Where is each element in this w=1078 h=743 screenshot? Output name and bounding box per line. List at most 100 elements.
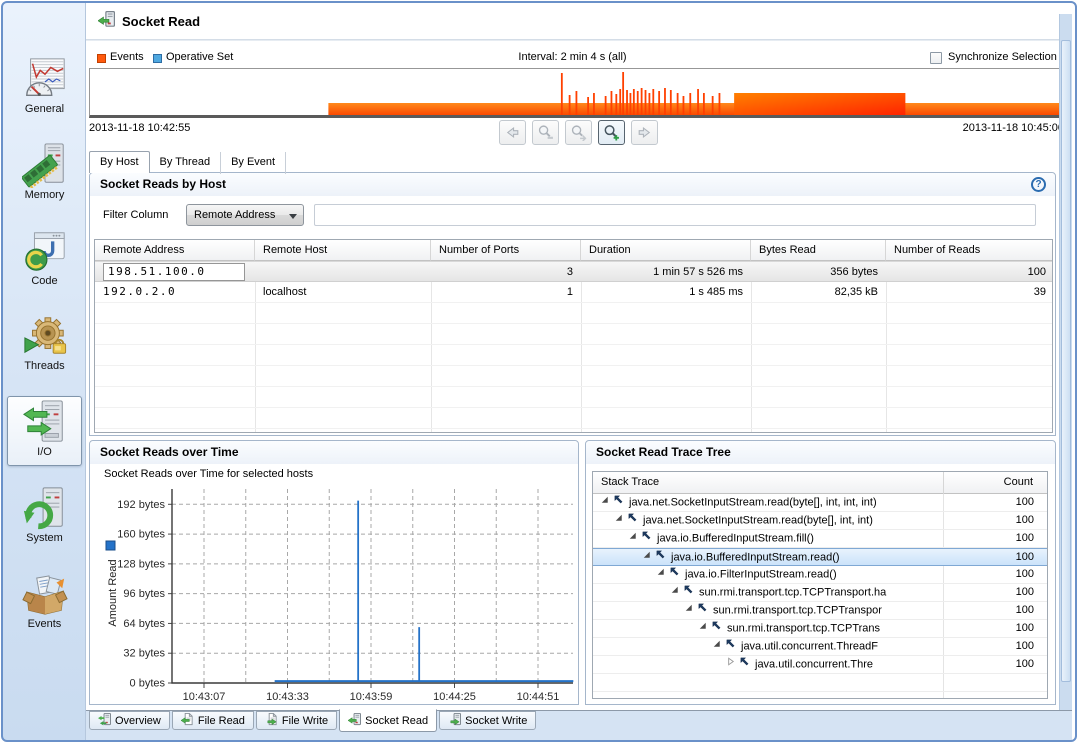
tab-by-host[interactable]: By Host	[89, 151, 150, 173]
table-row[interactable]: 198.51.100.031 min 57 s 526 ms356 bytes1…	[95, 261, 1052, 282]
chart-subtitle: Socket Reads over Time for selected host…	[104, 468, 313, 480]
trace-row[interactable]: java.io.FilterInputStream.read()100	[593, 566, 1047, 584]
sidebar-item-system[interactable]: System	[7, 482, 82, 552]
frame-text: java.io.BufferedInputStream.read()	[671, 551, 840, 563]
table-body: 198.51.100.031 min 57 s 526 ms356 bytes1…	[95, 261, 1052, 432]
stack-frame-icon	[711, 620, 724, 637]
count-cell: 100	[943, 638, 1046, 655]
trace-tree-body: java.net.SocketInputStream.read(byte[], …	[593, 494, 1047, 698]
zoom-out-icon	[537, 132, 554, 144]
table-row[interactable]: 192.0.2.0localhost11 s 485 ms82,35 kB39	[95, 282, 1052, 303]
svg-text:Amount Read: Amount Read	[107, 559, 119, 626]
trace-row[interactable]: java.io.BufferedInputStream.read()100	[593, 548, 1047, 566]
sidebar-item-memory[interactable]: Memory	[7, 139, 82, 209]
zoom-out-button[interactable]	[532, 120, 559, 145]
count-cell: 100	[943, 512, 1046, 529]
stack-frame-icon	[613, 494, 626, 511]
cell-remote-address: 192.0.2.0	[95, 282, 255, 302]
collapse-toggle-icon[interactable]	[599, 494, 611, 511]
stack-frame-label: sun.rmi.transport.tcp.TCPTransport.ha	[593, 584, 943, 601]
trace-row[interactable]: sun.rmi.transport.tcp.TCPTranspor 100	[593, 602, 1047, 620]
svg-text:10:43:07: 10:43:07	[183, 691, 226, 703]
collapse-toggle-icon[interactable]	[683, 602, 695, 619]
column-header-duration[interactable]: Duration	[581, 240, 751, 261]
cell-remote-host	[255, 262, 431, 282]
frame-text: java.util.concurrent.Thre	[755, 658, 873, 670]
page-tab-overview[interactable]: Overview	[89, 711, 170, 730]
frame-text: sun.rmi.transport.tcp.TCPTrans	[727, 622, 880, 634]
cell-duration: 1 min 57 s 526 ms	[581, 262, 751, 282]
trace-row[interactable]: java.net.SocketInputStream.read(byte[], …	[593, 494, 1047, 512]
stack-frame-icon	[655, 549, 668, 566]
svg-text:0 bytes: 0 bytes	[130, 678, 166, 690]
stack-trace-column-header[interactable]: Stack Trace	[601, 472, 659, 493]
trace-row[interactable]: java.util.concurrent.ThreadF100	[593, 638, 1047, 656]
collapse-toggle-icon[interactable]	[627, 530, 639, 547]
frame-text: sun.rmi.transport.tcp.TCPTranspor	[713, 604, 882, 616]
collapse-toggle-icon[interactable]	[655, 566, 667, 583]
column-header-number-of-ports[interactable]: Number of Ports	[431, 240, 581, 261]
amount-read-chart[interactable]: 0 bytes32 bytes64 bytes96 bytes128 bytes…	[90, 481, 578, 704]
page-tab-file-read[interactable]: File Read	[172, 711, 254, 730]
synchronize-selection-checkbox[interactable]	[930, 52, 942, 64]
sidebar-item-i-o[interactable]: I/O	[7, 396, 82, 466]
trace-row[interactable]: java.util.concurrent.Thre100	[593, 656, 1047, 674]
timeline-end-time: 2013-11-18 10:45:00	[879, 122, 1064, 134]
header-divider	[86, 39, 1059, 41]
page-tab-socket-read[interactable]: Socket Read	[339, 709, 437, 732]
tab-by-event[interactable]: By Event	[221, 152, 286, 174]
collapse-toggle-icon[interactable]	[711, 638, 723, 655]
socket-write-icon	[448, 713, 461, 729]
sidebar-item-code[interactable]: Code	[7, 225, 82, 295]
sidebar-item-threads[interactable]: Threads	[7, 310, 82, 380]
column-header-number-of-reads[interactable]: Number of Reads	[886, 240, 1053, 261]
count-cell: 100	[943, 620, 1046, 637]
collapse-toggle-icon[interactable]	[669, 584, 681, 601]
socket-read-trace-tree-panel: Socket Read Trace Tree Stack Trace Count…	[585, 440, 1056, 705]
sidebar-item-label: Threads	[24, 360, 64, 372]
collapse-toggle-icon[interactable]	[697, 620, 709, 637]
trace-row[interactable]: sun.rmi.transport.tcp.TCPTrans 100	[593, 620, 1047, 638]
event-timeline-chart[interactable]	[89, 68, 1064, 118]
zoom-in-button[interactable]	[598, 120, 625, 145]
stack-frame-icon	[683, 584, 696, 601]
column-header-bytes-read[interactable]: Bytes Read	[751, 240, 886, 261]
zoom-fit-button[interactable]	[565, 120, 592, 145]
socket-read-icon	[348, 713, 361, 729]
tab-by-thread[interactable]: By Thread	[150, 152, 222, 174]
collapse-toggle-icon[interactable]	[613, 512, 625, 529]
socket-read-icon	[98, 11, 115, 31]
synchronize-selection-label: Synchronize Selection	[948, 51, 1057, 63]
page-tab-file-write[interactable]: File Write	[256, 711, 337, 730]
stack-frame-label: java.net.SocketInputStream.read(byte[], …	[593, 494, 943, 511]
trace-row[interactable]: sun.rmi.transport.tcp.TCPTransport.ha100	[593, 584, 1047, 602]
frame-text: java.net.SocketInputStream.read(byte[], …	[629, 496, 877, 508]
count-column-header[interactable]: Count	[943, 472, 1047, 494]
page-tab-socket-write[interactable]: Socket Write	[439, 711, 536, 730]
stack-frame-icon	[739, 656, 752, 673]
help-icon[interactable]	[1031, 177, 1046, 192]
expand-toggle-icon[interactable]	[725, 656, 737, 673]
column-header-remote-host[interactable]: Remote Host	[255, 240, 431, 261]
stack-frame-label: java.io.FilterInputStream.read()	[593, 566, 943, 583]
stack-frame-label: java.net.SocketInputStream.read(byte[], …	[593, 512, 943, 529]
trace-tree-header: Stack Trace Count	[593, 472, 1047, 494]
sidebar-item-events[interactable]: Events	[7, 568, 82, 638]
vertical-scrollbar[interactable]	[1059, 14, 1072, 710]
filter-column-dropdown[interactable]: Remote Address	[186, 204, 304, 226]
hosts-table: Remote AddressRemote HostNumber of Ports…	[94, 239, 1053, 433]
trace-tree-table: Stack Trace Count java.net.SocketInputSt…	[592, 471, 1048, 699]
scrollbar-thumb[interactable]	[1061, 40, 1071, 682]
trace-row[interactable]: java.io.BufferedInputStream.fill()100	[593, 530, 1047, 548]
stack-frame-label: java.util.concurrent.Thre	[593, 656, 943, 673]
column-header-remote-address[interactable]: Remote Address	[95, 240, 255, 261]
filter-text-input[interactable]	[314, 204, 1036, 226]
count-cell: 100	[943, 602, 1046, 619]
back-button[interactable]	[499, 120, 526, 145]
trace-row[interactable]: java.net.SocketInputStream.read(byte[], …	[593, 512, 1047, 530]
collapse-toggle-icon[interactable]	[641, 549, 653, 566]
forward-button[interactable]	[631, 120, 658, 145]
sidebar-item-general[interactable]: General	[7, 53, 82, 123]
page-tab-label: Overview	[115, 715, 161, 727]
section-header: Socket Reads by Host	[90, 173, 1055, 196]
